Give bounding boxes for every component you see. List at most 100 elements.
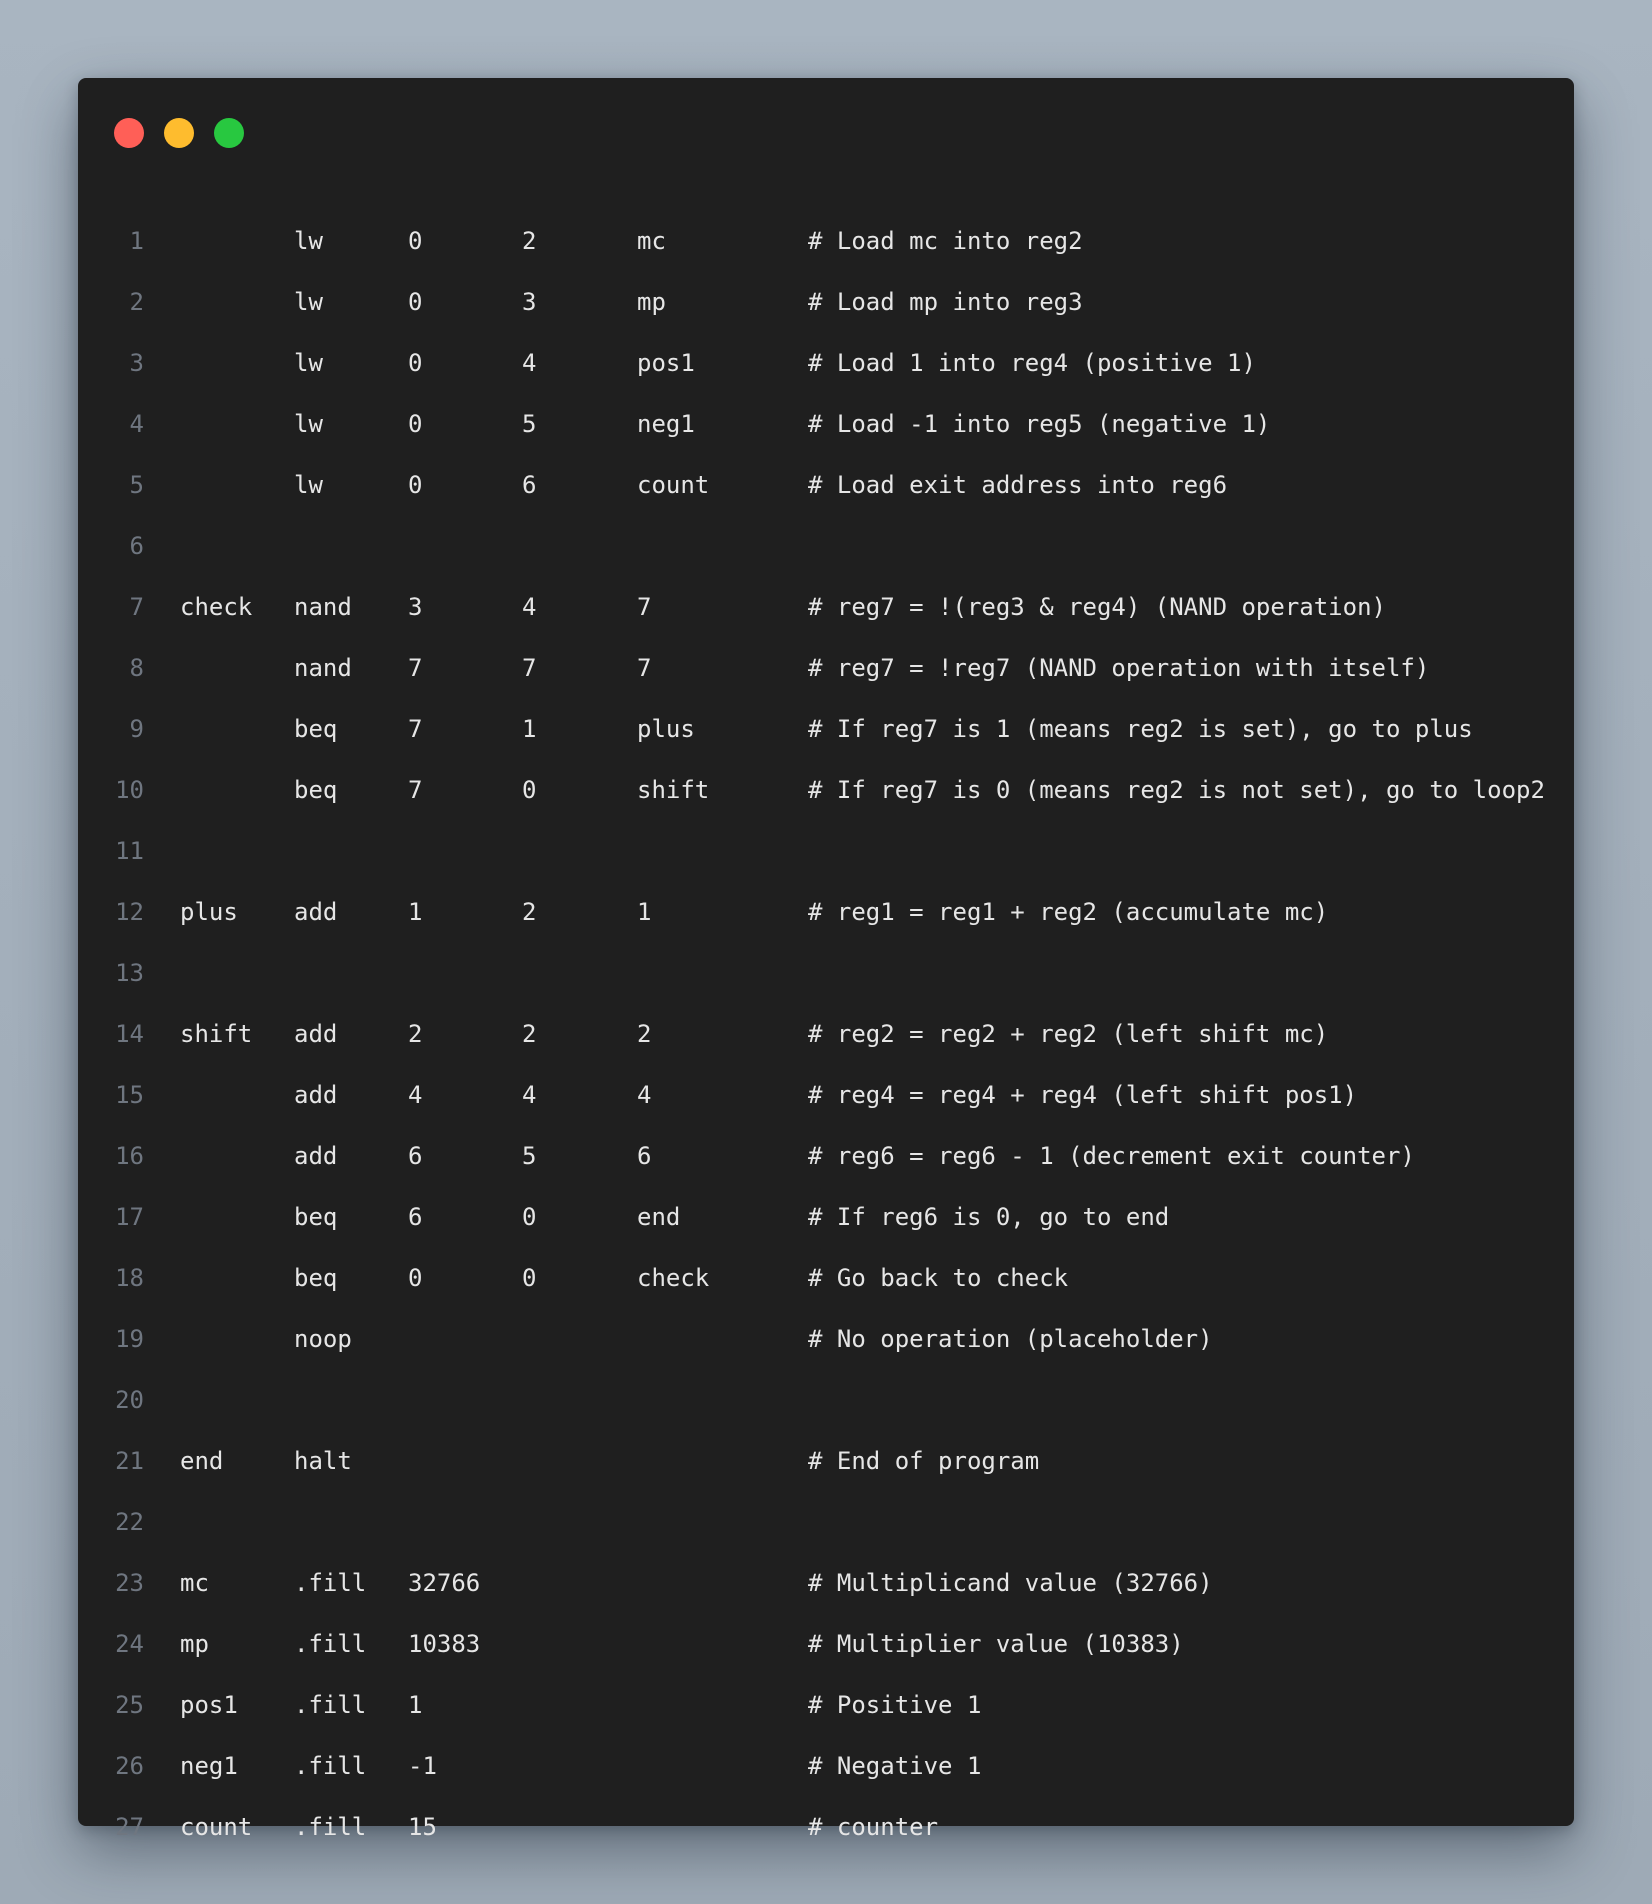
- dest-token: neg1: [637, 410, 695, 438]
- line-number: 11: [115, 837, 144, 865]
- code-line: 12 plus add 1 2 1 # reg1 = reg1 + reg2 (accumu…: [78, 892, 1574, 932]
- opcode-token: .fill: [294, 1813, 367, 1841]
- operand-a-token: 4: [408, 1081, 423, 1109]
- label-token: neg1: [180, 1752, 238, 1780]
- opcode-token: noop: [294, 1325, 352, 1353]
- dest-token: 7: [637, 593, 652, 621]
- operand-a-token: 6: [408, 1203, 423, 1231]
- code-line: 15 add 4 4 4 # reg4 = reg4 + reg4 (left shift…: [78, 1075, 1574, 1115]
- dest-token: check: [637, 1264, 710, 1292]
- operand-b-token: 0: [522, 776, 537, 804]
- opcode-token: beq: [294, 776, 338, 804]
- comment-token: # reg7 = !reg7 (NAND operation with itse…: [808, 654, 1430, 682]
- line-number: 27: [115, 1813, 144, 1841]
- comment-token: # Negative 1: [808, 1752, 982, 1780]
- comment-token: # Load mp into reg3: [808, 288, 1083, 316]
- dest-token: 1: [637, 898, 652, 926]
- operand-a-token: 0: [408, 410, 423, 438]
- code-line: 16 add 6 5 6 # reg6 = reg6 - 1 (decrement exi…: [78, 1136, 1574, 1176]
- code-line: 18 beq 0 0 check # Go back to check: [78, 1258, 1574, 1298]
- opcode-token: .fill: [294, 1630, 367, 1658]
- operand-a-token: 15: [408, 1813, 437, 1841]
- line-number: 18: [115, 1264, 144, 1292]
- comment-token: # Load mc into reg2: [808, 227, 1083, 255]
- code-line: 23 mc .fill 32766 # Multiplicand value (3276…: [78, 1563, 1574, 1603]
- operand-a-token: 7: [408, 715, 423, 743]
- dest-token: plus: [637, 715, 695, 743]
- opcode-token: nand: [294, 654, 352, 682]
- line-number: 1: [129, 227, 144, 255]
- code-line: 19 noop # No operation (placeholder): [78, 1319, 1574, 1359]
- code-line: 3 lw 0 4 pos1 # Load 1 into reg4 (positive 1): [78, 343, 1574, 383]
- comment-token: # Positive 1: [808, 1691, 982, 1719]
- operand-b-token: 2: [522, 1020, 537, 1048]
- close-window-button[interactable]: [114, 118, 144, 148]
- line-number: 12: [115, 898, 144, 926]
- line-number: 14: [115, 1020, 144, 1048]
- operand-b-token: 1: [522, 715, 537, 743]
- line-number: 23: [115, 1569, 144, 1597]
- minimize-window-button[interactable]: [164, 118, 194, 148]
- operand-b-token: 4: [522, 593, 537, 621]
- line-number: 5: [129, 471, 144, 499]
- comment-token: # Multiplicand value (32766): [808, 1569, 1213, 1597]
- opcode-token: add: [294, 1020, 338, 1048]
- operand-a-token: -1: [408, 1752, 437, 1780]
- code-line: 14 shift add 2 2 2 # reg2 = reg2 + reg2 (left …: [78, 1014, 1574, 1054]
- label-token: mp: [180, 1630, 209, 1658]
- line-number: 6: [129, 532, 144, 560]
- line-number: 16: [115, 1142, 144, 1170]
- opcode-token: lw: [294, 349, 323, 377]
- dest-token: count: [637, 471, 710, 499]
- comment-token: # reg4 = reg4 + reg4 (left shift pos1): [808, 1081, 1358, 1109]
- opcode-token: .fill: [294, 1752, 367, 1780]
- dest-token: 6: [637, 1142, 652, 1170]
- line-number: 24: [115, 1630, 144, 1658]
- opcode-token: lw: [294, 288, 323, 316]
- operand-a-token: 7: [408, 776, 423, 804]
- opcode-token: .fill: [294, 1569, 367, 1597]
- operand-b-token: 5: [522, 410, 537, 438]
- dest-token: 7: [637, 654, 652, 682]
- code-line: 24 mp .fill 10383 # Multiplier value (10383): [78, 1624, 1574, 1664]
- operand-a-token: 0: [408, 471, 423, 499]
- code-line: 25 pos1 .fill 1 # Positive 1: [78, 1685, 1574, 1725]
- code-line: 11: [78, 831, 1574, 871]
- operand-b-token: 0: [522, 1203, 537, 1231]
- code-line: 9 beq 7 1 plus # If reg7 is 1 (means reg2 is …: [78, 709, 1574, 749]
- code-line: 20: [78, 1380, 1574, 1420]
- label-token: plus: [180, 898, 238, 926]
- code-line: 21 end halt # End of program: [78, 1441, 1574, 1481]
- line-number: 15: [115, 1081, 144, 1109]
- comment-token: # reg7 = !(reg3 & reg4) (NAND operation): [808, 593, 1386, 621]
- dest-token: 2: [637, 1020, 652, 1048]
- comment-token: # Go back to check: [808, 1264, 1069, 1292]
- label-token: count: [180, 1813, 253, 1841]
- operand-b-token: 0: [522, 1264, 537, 1292]
- line-number: 2: [129, 288, 144, 316]
- line-number: 21: [115, 1447, 144, 1475]
- code-line: 6: [78, 526, 1574, 566]
- code-line: 4 lw 0 5 neg1 # Load -1 into reg5 (negative 1…: [78, 404, 1574, 444]
- opcode-token: beq: [294, 1203, 338, 1231]
- label-token: pos1: [180, 1691, 238, 1719]
- code-line: 13: [78, 953, 1574, 993]
- maximize-window-button[interactable]: [214, 118, 244, 148]
- opcode-token: beq: [294, 715, 338, 743]
- comment-token: # reg2 = reg2 + reg2 (left shift mc): [808, 1020, 1329, 1048]
- opcode-token: .fill: [294, 1691, 367, 1719]
- line-number: 13: [115, 959, 144, 987]
- operand-a-token: 6: [408, 1142, 423, 1170]
- opcode-token: halt: [294, 1447, 352, 1475]
- comment-token: # counter: [808, 1813, 939, 1841]
- line-number: 10: [115, 776, 144, 804]
- code-line: 22: [78, 1502, 1574, 1542]
- line-number: 26: [115, 1752, 144, 1780]
- code-line: 2 lw 0 3 mp # Load mp into reg3: [78, 282, 1574, 322]
- comment-token: # If reg6 is 0, go to end: [808, 1203, 1170, 1231]
- operand-b-token: 2: [522, 227, 537, 255]
- line-number: 17: [115, 1203, 144, 1231]
- line-number: 7: [129, 593, 144, 621]
- line-number: 25: [115, 1691, 144, 1719]
- comment-token: # Load 1 into reg4 (positive 1): [808, 349, 1256, 377]
